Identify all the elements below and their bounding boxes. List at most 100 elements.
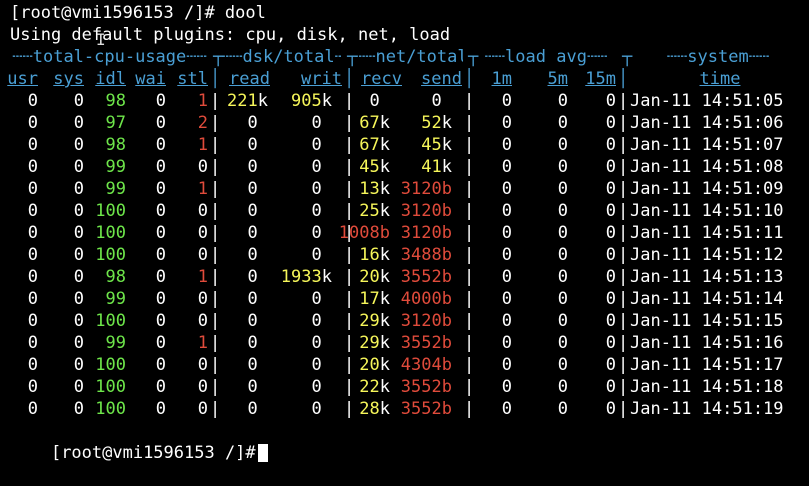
cell-writ-value: 0: [311, 135, 322, 155]
cell-l5: 0: [558, 288, 568, 310]
cell-send-unit: b: [441, 267, 452, 287]
cell-usr: 0: [28, 222, 38, 244]
cell-l15: 0: [606, 222, 616, 244]
cell-l5-value: 0: [557, 135, 568, 155]
cell-wai-value: 0: [155, 179, 166, 199]
cell-l1: 0: [502, 90, 512, 112]
column-separator: |: [464, 311, 475, 331]
cell-idl: 99: [106, 332, 126, 354]
cell-stl-value: 2: [197, 113, 208, 133]
cell-wai-value: 0: [155, 377, 166, 397]
cell-writ-unit: [322, 289, 332, 309]
cell-l5: 0: [558, 332, 568, 354]
cell-l5-value: 0: [557, 289, 568, 309]
cell-usr-value: 0: [27, 267, 38, 287]
cell-writ: 0: [312, 332, 333, 354]
column-separator: |: [618, 201, 629, 221]
cell-send-value: 3552: [400, 267, 442, 287]
time-value: Jan-11 14:51:16: [630, 333, 784, 353]
cell-usr: 0: [28, 244, 38, 266]
cell-stl: 1: [198, 266, 208, 288]
cell-l5-value: 0: [557, 245, 568, 265]
column-separator: |: [464, 179, 475, 199]
cell-recv-value: 0: [369, 91, 380, 111]
cell-wai-value: 0: [155, 399, 166, 419]
cell-read: 0: [248, 178, 269, 200]
cell-send-unit: b: [441, 377, 452, 397]
cell-recv-value: 45: [359, 157, 380, 177]
cell-writ-unit: [322, 223, 332, 243]
cell-l1-value: 0: [501, 113, 512, 133]
cell-usr-value: 0: [27, 179, 38, 199]
column-separator: |: [464, 113, 475, 133]
cell-l1-value: 0: [501, 91, 512, 111]
table-row: 0 0 100 0 0 0 0 29k 3120b 0 0 0 | | | | Jan-11 14:51:1…: [10, 310, 809, 332]
terminal-window[interactable]: [root@vmi1596153 /]# dool Using default …: [0, 0, 809, 463]
cell-writ-value: 0: [311, 377, 322, 397]
cell-sys-value: 0: [73, 135, 84, 155]
cell-writ-unit: [322, 399, 332, 419]
cell-l15: 0: [606, 112, 616, 134]
group-header-3: ┄┄load avg┄┄: [476, 46, 616, 68]
time-value: Jan-11 14:51:07: [630, 135, 784, 155]
cell-writ-value: 0: [311, 201, 322, 221]
cell-idl: 100: [95, 200, 126, 222]
cell-recv-value: 25: [359, 201, 380, 221]
cell-idl: 100: [95, 376, 126, 398]
time-value: Jan-11 14:51:10: [630, 201, 784, 221]
cell-sys-value: 0: [73, 355, 84, 375]
cell-recv-value: 20: [359, 355, 380, 375]
column-separator: |: [344, 399, 355, 419]
cell-stl: 1: [198, 332, 208, 354]
group-header-dash: ┄┄: [222, 47, 243, 67]
table-row: 0 0 99 0 1 0 0 13k 3120b 0 0 0 | | | | Jan-11 14:51:09: [10, 178, 809, 200]
cell-send: 3120b: [401, 178, 452, 200]
cell-l15: 0: [606, 310, 616, 332]
column-separator: |: [464, 289, 475, 309]
cell-wai: 0: [156, 354, 166, 376]
cell-stl-value: 0: [197, 399, 208, 419]
cell-stl: 0: [198, 222, 208, 244]
cell-send-value: 4000: [400, 289, 442, 309]
cell-l15: 0: [606, 266, 616, 288]
cell-writ-unit: [322, 333, 332, 353]
cell-l5-value: 0: [557, 179, 568, 199]
cell-sys: 0: [74, 134, 84, 156]
cell-stl-value: 0: [197, 311, 208, 331]
cell-l15-value: 0: [605, 311, 616, 331]
final-prompt-line[interactable]: [root@vmi1596153 /]#: [10, 420, 809, 463]
cell-usr: 0: [28, 90, 38, 112]
cell-sys: 0: [74, 310, 84, 332]
cell-send-value: 3552: [400, 377, 442, 397]
cell-read-value: 0: [247, 113, 258, 133]
cell-stl-value: 0: [197, 377, 208, 397]
cell-l1-value: 0: [501, 355, 512, 375]
cell-recv-unit: k: [379, 267, 390, 287]
cell-l5-value: 0: [557, 377, 568, 397]
cell-recv: 16k: [359, 244, 390, 266]
cell-usr-value: 0: [27, 333, 38, 353]
table-row: 0 0 100 0 0 0 0 1008b 3120b 0 0 0 | | | | Jan-11 14:51…: [10, 222, 809, 244]
cell-l5: 0: [558, 200, 568, 222]
table-row: 0 0 99 0 1 0 0 29k 3552b 0 0 0 | | | | Jan-11 14:51:16: [10, 332, 809, 354]
cell-send-unit: b: [441, 245, 452, 265]
group-header-divider: ┬: [213, 47, 224, 67]
cell-sys: 0: [74, 266, 84, 288]
cell-usr-value: 0: [27, 289, 38, 309]
cell-usr: 0: [28, 376, 38, 398]
cell-idl-value: 100: [95, 399, 126, 419]
cell-send-unit: b: [441, 223, 452, 243]
column-separator: |: [618, 223, 629, 243]
cell-usr-value: 0: [27, 311, 38, 331]
cell-read-value: 0: [247, 399, 258, 419]
cell-recv: 22k: [359, 376, 390, 398]
cell-usr-value: 0: [27, 355, 38, 375]
column-separator: |: [464, 201, 475, 221]
column-separator: |: [344, 355, 355, 375]
cell-l15: 0: [606, 354, 616, 376]
cell-l1: 0: [502, 332, 512, 354]
time-value: Jan-11 14:51:14: [630, 289, 784, 309]
cell-send-value: 3120: [400, 179, 442, 199]
cell-read-unit: [258, 355, 268, 375]
group-header-dash: ┄┄: [748, 47, 770, 67]
